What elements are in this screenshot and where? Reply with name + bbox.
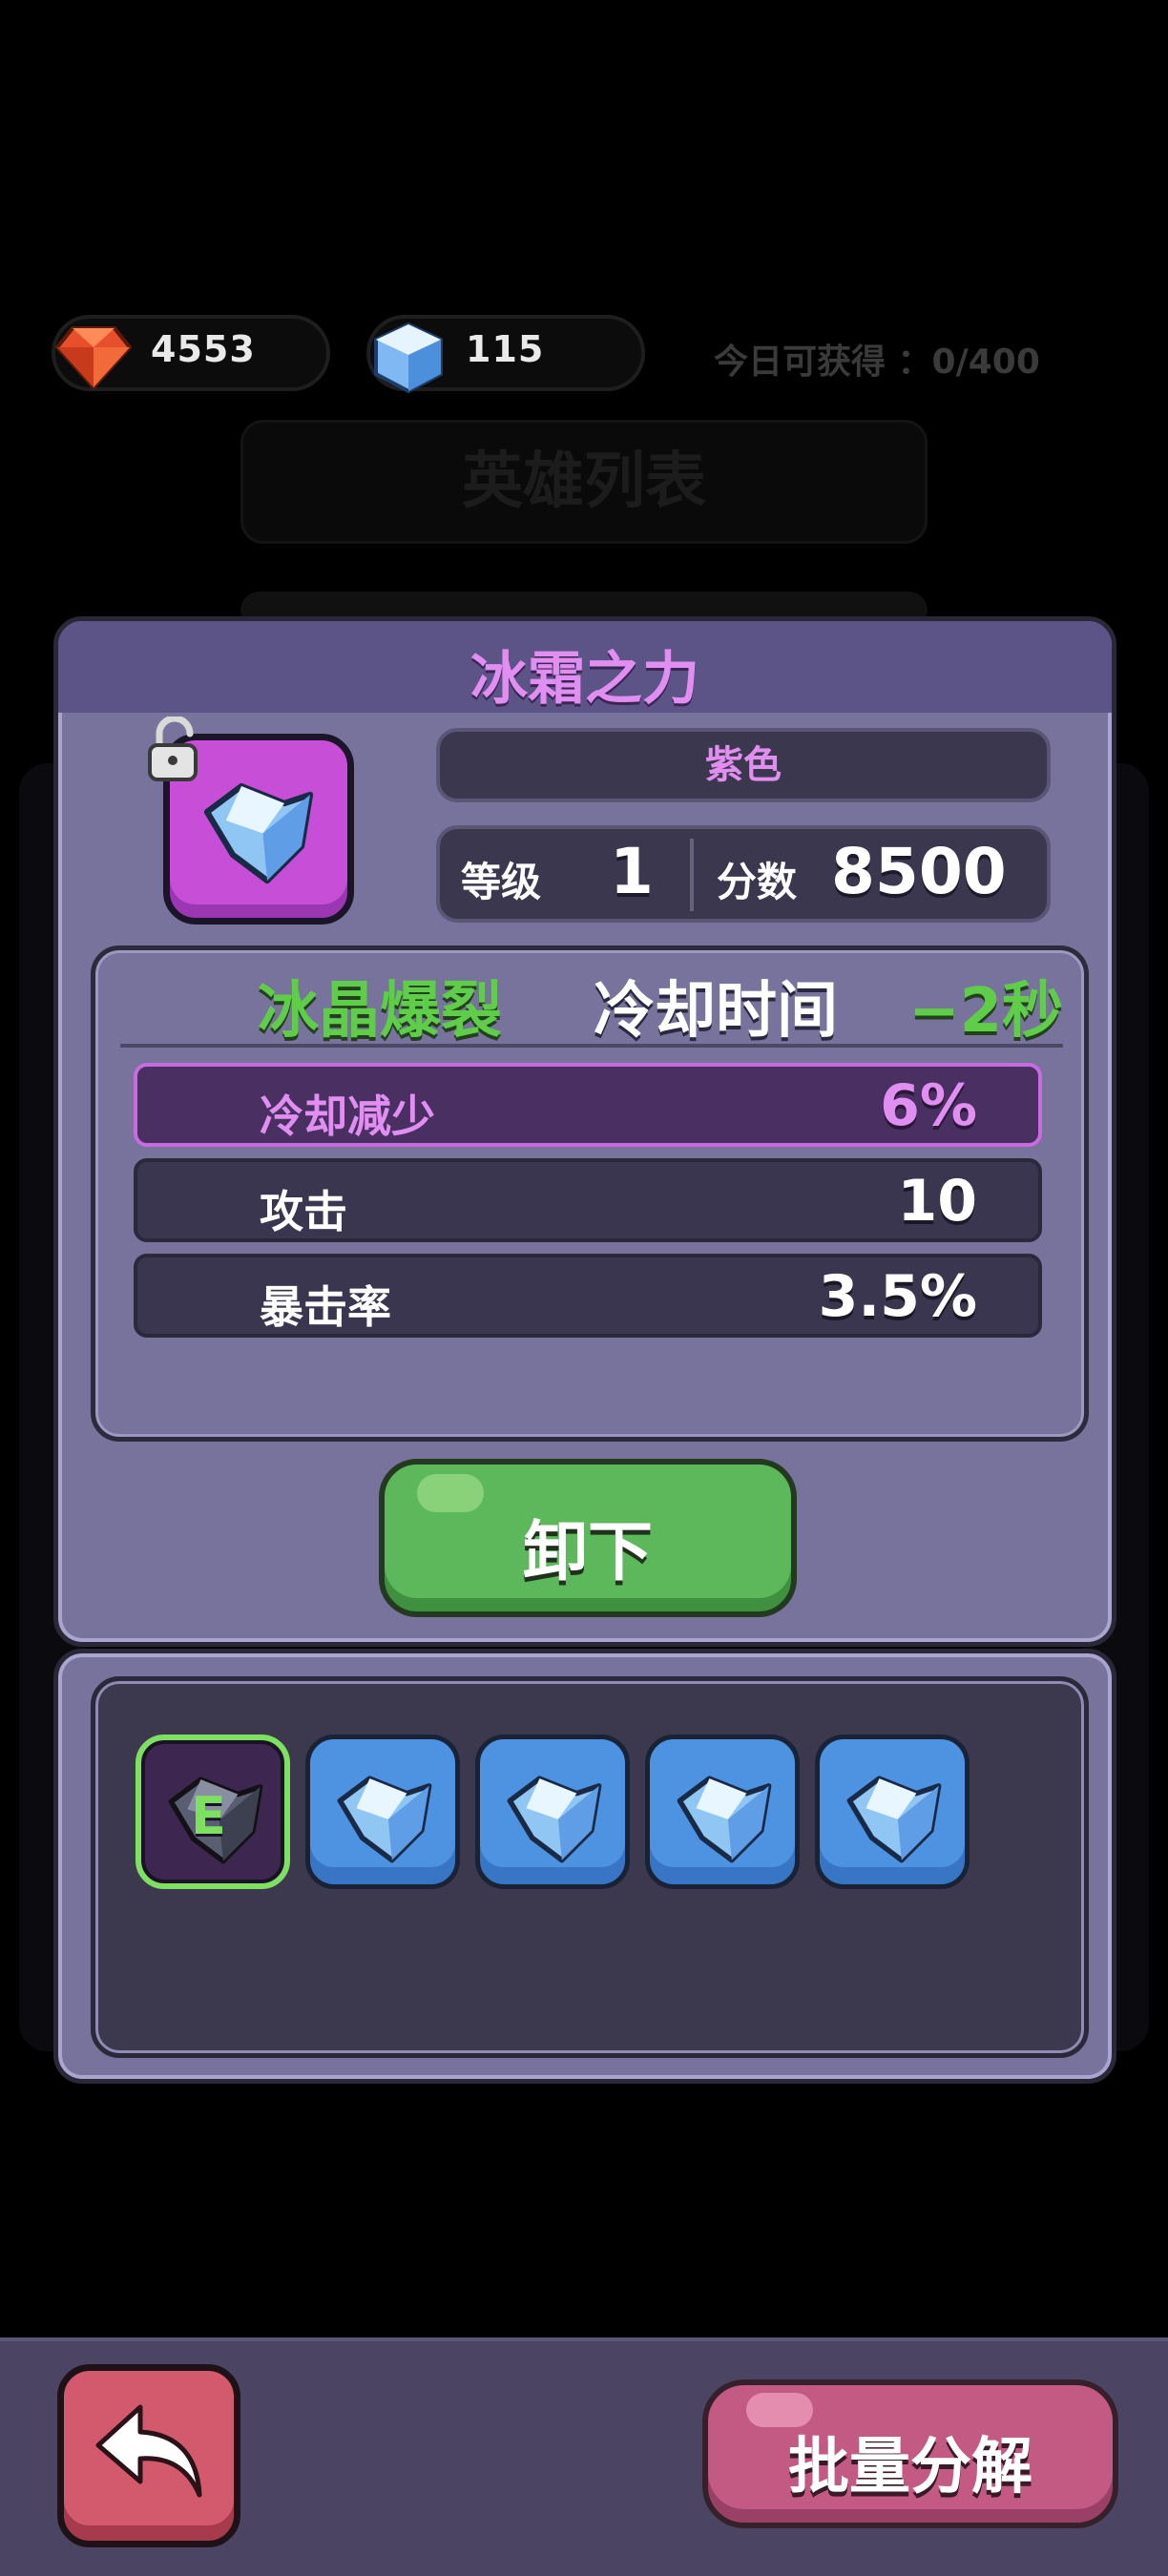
item-detail-panel: 冰霜之力 紫色 等级 1 分数 8500 冰晶爆裂 冷却时间 −2秒 冷却减少 … xyxy=(53,616,1116,1647)
ice-cube-icon xyxy=(374,322,443,394)
item-title-bar: 冰霜之力 xyxy=(58,621,1112,713)
item-name: 冰霜之力 xyxy=(470,646,699,713)
attribute-value: 3.5% xyxy=(818,1263,977,1330)
background-title-bar: 英雄列表 xyxy=(240,420,928,544)
attribute-row: 攻击 10 xyxy=(134,1158,1042,1242)
unlock-icon[interactable] xyxy=(146,717,205,783)
level-value: 1 xyxy=(610,835,654,908)
crystal-icon xyxy=(846,1776,942,1863)
inventory-slot[interactable] xyxy=(475,1735,630,1889)
level-label: 等级 xyxy=(461,859,542,905)
rarity-badge: 紫色 xyxy=(436,728,1051,802)
gem-counter: 4553 xyxy=(52,315,330,391)
batch-decompose-button[interactable]: 批量分解 xyxy=(702,2379,1118,2528)
crystal-icon xyxy=(337,1776,432,1863)
attribute-row: 冷却减少 6% xyxy=(134,1063,1042,1147)
attribute-label: 冷却减少 xyxy=(260,1091,435,1142)
red-gem-icon xyxy=(54,326,133,390)
unequip-label: 卸下 xyxy=(522,1515,653,1590)
attribute-label: 暴击率 xyxy=(260,1281,391,1333)
crystal-amount: 115 xyxy=(466,328,545,370)
inventory-grid: E xyxy=(91,1676,1089,2058)
crystal-icon xyxy=(507,1776,602,1863)
skill-panel: 冰晶爆裂 冷却时间 −2秒 冷却减少 6% 攻击 10 暴击率 3.5% xyxy=(91,945,1089,1442)
score-label: 分数 xyxy=(717,859,798,905)
cooldown-label: 冷却时间 xyxy=(594,976,838,1047)
attribute-value: 10 xyxy=(897,1168,978,1235)
crystal-counter: 115 xyxy=(366,315,645,394)
unequip-button[interactable]: 卸下 xyxy=(379,1459,797,1617)
rarity-text: 紫色 xyxy=(705,743,782,787)
background-title: 英雄列表 xyxy=(462,447,706,517)
attribute-row: 暴击率 3.5% xyxy=(134,1254,1042,1338)
inventory-slot[interactable] xyxy=(645,1735,800,1889)
attribute-label: 攻击 xyxy=(260,1186,347,1237)
score-value: 8500 xyxy=(831,835,1007,908)
cooldown-value: −2秒 xyxy=(908,976,1064,1047)
daily-limit-text: 今日可获得 ：0/400 xyxy=(714,343,1040,382)
stat-divider xyxy=(690,839,694,911)
gem-amount: 4553 xyxy=(151,328,256,370)
level-score-panel: 等级 1 分数 8500 xyxy=(436,825,1051,923)
skill-divider xyxy=(120,1044,1063,1048)
inventory-slot[interactable] xyxy=(305,1735,460,1889)
attribute-value: 6% xyxy=(880,1072,977,1139)
skill-name: 冰晶爆裂 xyxy=(258,976,502,1047)
equipped-badge: E xyxy=(191,1786,226,1846)
back-arrow-icon xyxy=(95,2404,202,2498)
inventory-slot[interactable] xyxy=(815,1735,970,1889)
batch-decompose-label: 批量分解 xyxy=(788,2432,1032,2503)
inventory-panel: E xyxy=(53,1649,1116,2084)
inventory-slot-equipped[interactable]: E xyxy=(136,1735,290,1889)
back-button[interactable] xyxy=(57,2364,240,2547)
crystal-icon xyxy=(677,1776,772,1863)
